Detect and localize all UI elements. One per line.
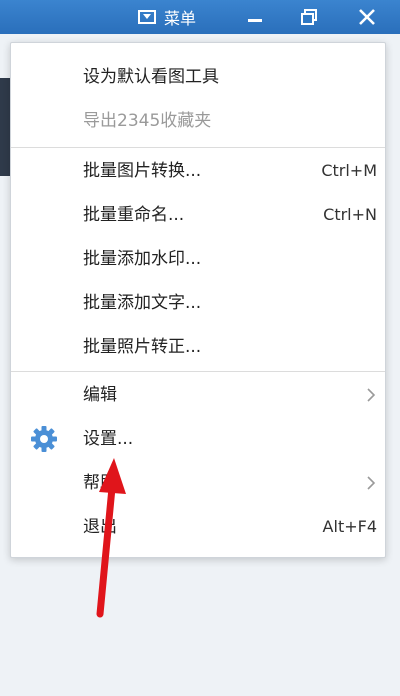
chevron-right-icon — [367, 388, 376, 402]
menu-item-exit[interactable]: 退出 Alt+F4 — [11, 505, 385, 549]
menu-item-batch-watermark[interactable]: 批量添加水印... — [11, 237, 385, 281]
menu-item-label: 导出2345收藏夹 — [83, 111, 212, 131]
menu-separator — [11, 147, 385, 148]
chevron-right-icon — [367, 476, 376, 490]
menu-item-label: 设置... — [83, 429, 134, 449]
menu-item-label: 批量照片转正... — [83, 337, 202, 357]
menu-separator — [11, 371, 385, 372]
background-window-strip — [0, 78, 10, 176]
menu-item-help[interactable]: 帮助 — [11, 461, 385, 505]
menu-item-label: 批量添加文字... — [83, 293, 202, 313]
menu-item-settings[interactable]: 设置... — [11, 417, 385, 461]
minimize-icon — [248, 19, 262, 22]
menu-item-batch-rotate[interactable]: 批量照片转正... — [11, 325, 385, 369]
menu-item-label: 编辑 — [83, 385, 117, 405]
menu-item-set-default-viewer[interactable]: 设为默认看图工具 — [11, 55, 385, 99]
menu-item-batch-rename[interactable]: 批量重命名... Ctrl+N — [11, 193, 385, 237]
restore-button[interactable] — [282, 0, 336, 34]
minimize-button[interactable] — [228, 0, 282, 34]
close-icon — [359, 9, 375, 25]
menu-item-export-favorites: 导出2345收藏夹 — [11, 99, 385, 143]
close-button[interactable] — [340, 0, 394, 34]
gear-icon — [31, 426, 57, 452]
menu-item-label: 帮助 — [83, 473, 117, 493]
menu-item-edit[interactable]: 编辑 — [11, 373, 385, 417]
menu-item-label: 设为默认看图工具 — [83, 67, 219, 87]
menu-item-label: 批量图片转换... — [83, 161, 202, 181]
restore-icon — [301, 9, 317, 25]
menu-item-shortcut: Alt+F4 — [322, 517, 377, 536]
menu-item-batch-add-text[interactable]: 批量添加文字... — [11, 281, 385, 325]
menu-box-icon — [138, 10, 156, 24]
menu-item-label: 批量重命名... — [83, 205, 185, 225]
menu-item-batch-convert[interactable]: 批量图片转换... Ctrl+M — [11, 149, 385, 193]
menu-item-shortcut: Ctrl+M — [321, 161, 377, 180]
menu-item-label: 退出 — [83, 517, 117, 537]
dropdown-menu: 设为默认看图工具 导出2345收藏夹 批量图片转换... Ctrl+M 批量重命… — [10, 42, 386, 558]
main-menu-label: 菜单 — [164, 9, 197, 28]
menu-item-label: 批量添加水印... — [83, 249, 202, 269]
menu-item-shortcut: Ctrl+N — [323, 205, 377, 224]
main-menu-button[interactable]: 菜单 — [128, 0, 224, 34]
title-bar: 菜单 — [0, 0, 400, 34]
